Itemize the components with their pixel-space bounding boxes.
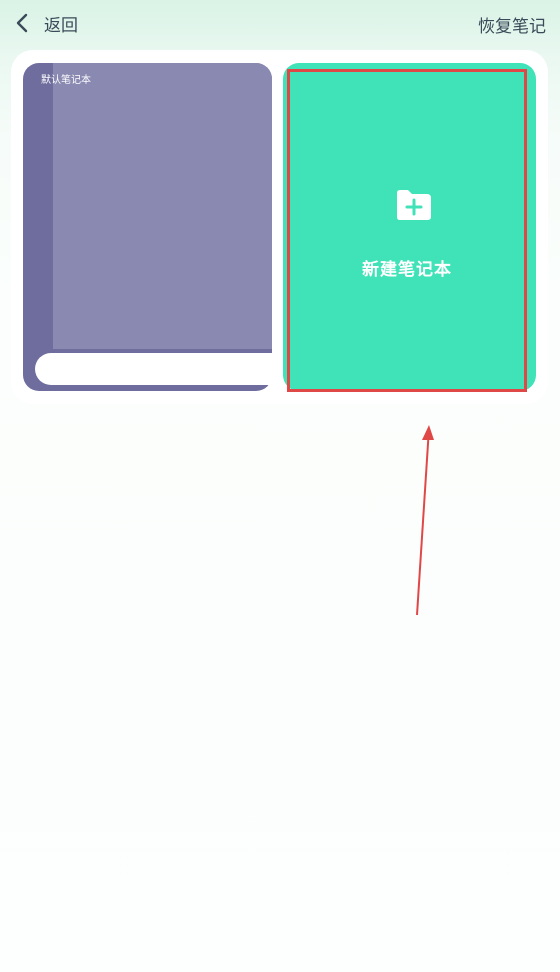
back-label: 返回	[44, 15, 78, 36]
default-notebook-card[interactable]: 默认笔记本	[23, 63, 272, 391]
new-notebook-label: 新建笔记本	[362, 260, 452, 280]
annotation-arrow	[416, 425, 434, 616]
restore-notes-button[interactable]: 恢复笔记	[478, 12, 546, 37]
book-pages	[35, 353, 272, 385]
book-cover	[53, 63, 272, 349]
notebook-title: 默认笔记本	[41, 75, 91, 86]
chevron-left-icon	[10, 8, 34, 38]
back-button[interactable]: 返回	[10, 8, 78, 38]
top-bar: 返回 恢复笔记	[0, 0, 560, 46]
new-notebook-button[interactable]: 新建笔记本	[287, 69, 527, 392]
folder-plus-icon	[394, 189, 432, 221]
